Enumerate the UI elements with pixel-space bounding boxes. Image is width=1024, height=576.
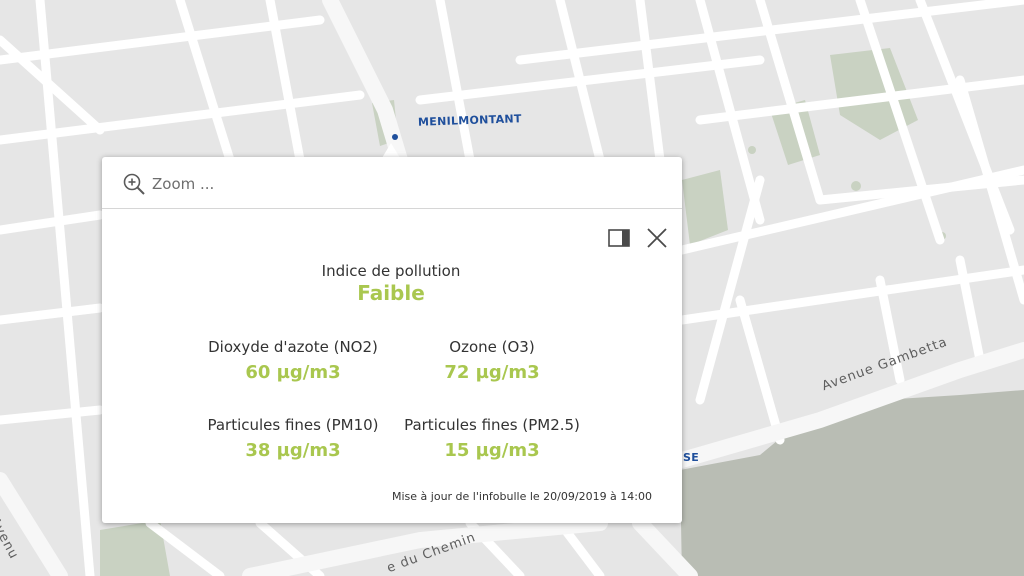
info-popup: Zoom ... Indice de pollution Faible Diox… (102, 157, 682, 523)
pollution-index-value: Faible (357, 281, 425, 305)
popup-content: Indice de pollution Faible Dioxyde d'azo… (102, 157, 682, 523)
measure-label-pm10: Particules fines (PM10) (207, 416, 379, 434)
measure-value-pm10: 38 µg/m3 (245, 440, 341, 461)
pollution-index-label: Indice de pollution (321, 262, 461, 280)
popup-pointer (382, 143, 400, 158)
popup-update-timestamp: Mise à jour de l'infobulle le 20/09/2019… (392, 490, 652, 503)
measure-label-pm25: Particules fines (PM2.5) (404, 416, 580, 434)
location-marker[interactable] (392, 134, 398, 140)
measure-value-pm25: 15 µg/m3 (444, 440, 540, 461)
measure-value-o3: 72 µg/m3 (444, 362, 540, 383)
measure-label-o3: Ozone (O3) (449, 338, 535, 356)
district-label-fragment: SE (683, 451, 700, 464)
measure-label-no2: Dioxyde d'azote (NO2) (208, 338, 378, 356)
measure-value-no2: 60 µg/m3 (245, 362, 341, 383)
